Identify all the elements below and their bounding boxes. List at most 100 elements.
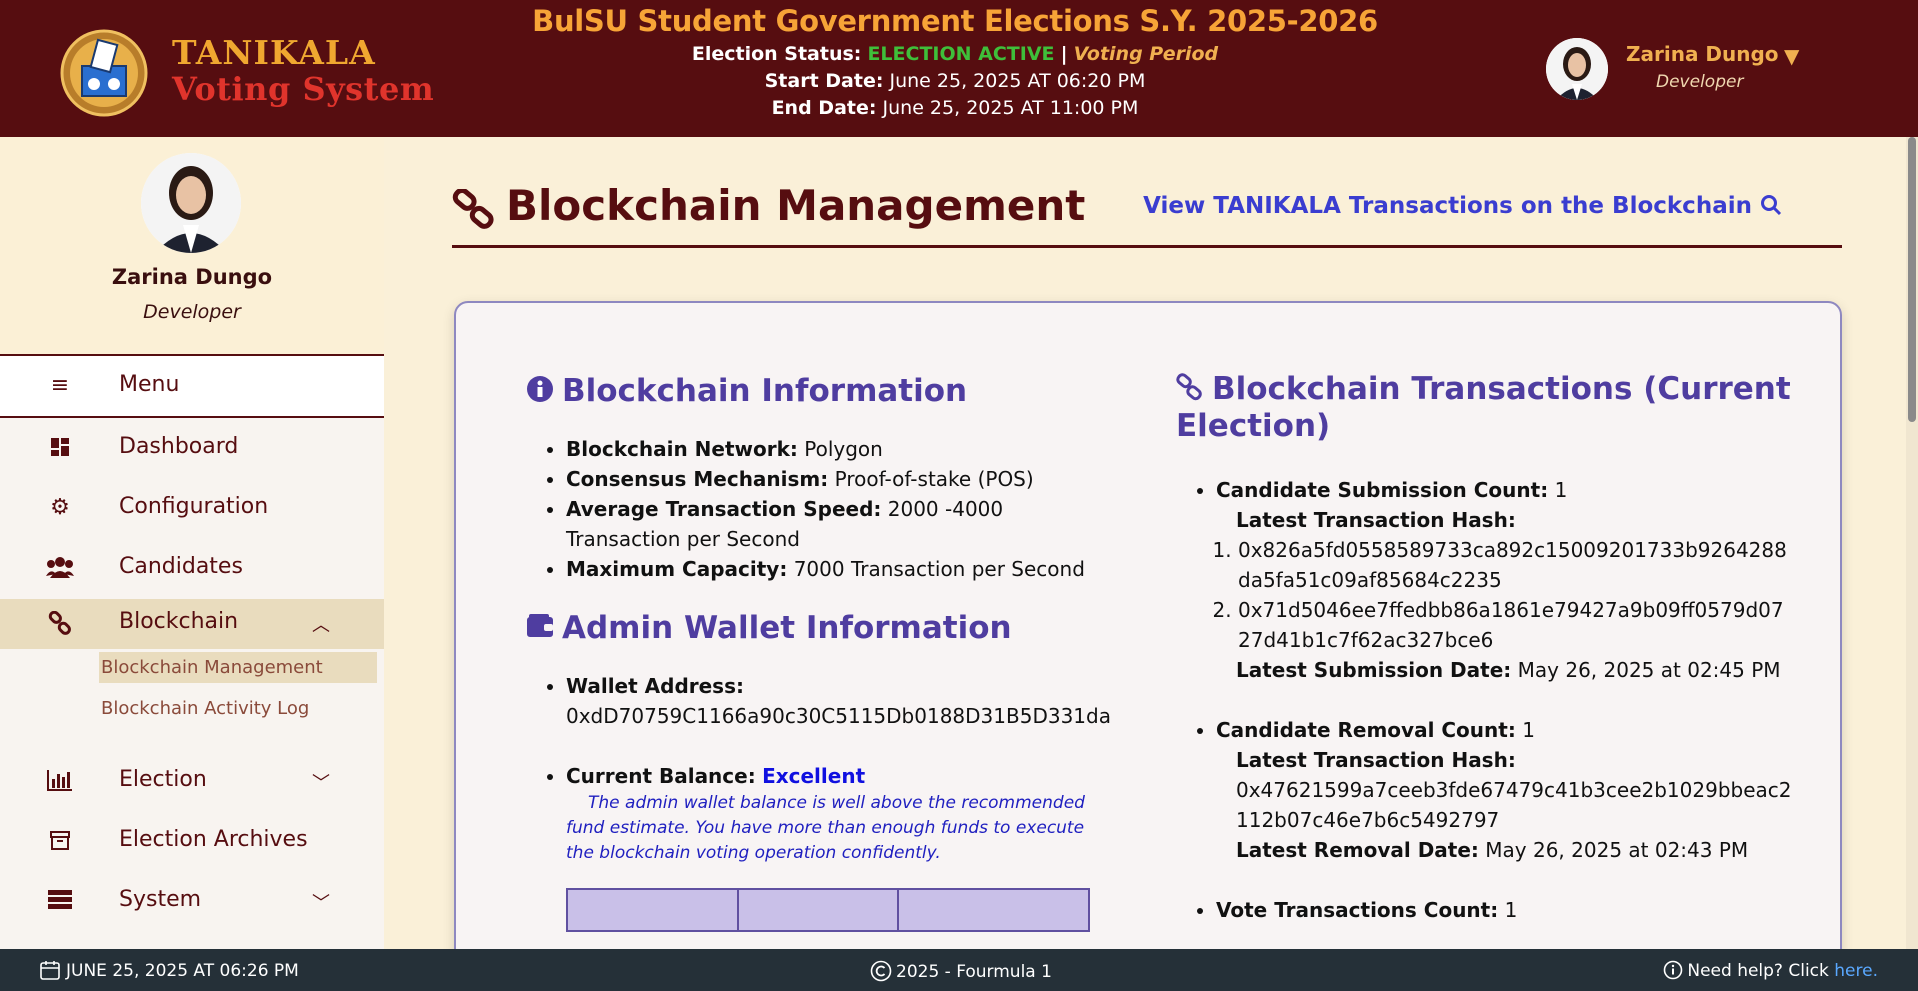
transactions-heading: Blockchain Transactions (Current Electio… [1176,371,1796,445]
logo-title: TANIKALA [172,33,376,72]
sidebar-item-label: Election Archives [119,827,308,852]
end-date-label: End Date: [771,97,877,119]
removal-date-label: Latest Removal Date: [1236,838,1479,863]
info-icon [527,376,553,402]
menu-header: ≡ Menu [0,362,384,410]
sidebar-item-label: Blockchain [119,609,239,634]
submission-count-value: 1 [1554,478,1568,503]
blockchain-card: Blockchain Information Blockchain Networ… [454,301,1842,949]
submission-date-label: Latest Submission Date: [1236,658,1512,683]
removal-hash-label: Latest Transaction Hash: [1236,748,1516,773]
header-user-name: Zarina Dungo [1626,42,1779,66]
sidebar-item-label: Candidates [119,554,243,579]
main-content: Blockchain Management View TANIKALA Tran… [384,137,1918,949]
sidebar-item-blockchain[interactable]: Blockchain ︿ [0,599,384,649]
submission-date-line: Latest Submission Date: May 26, 2025 at … [1216,655,1796,685]
user-menu[interactable]: Zarina Dungo Developer ▼ [1546,38,1906,102]
search-icon [1761,195,1782,216]
election-header-info: BulSU Student Government Elections S.Y. … [480,4,1430,119]
chevron-down-icon: ﹀ [312,773,330,794]
view-transactions-link[interactable]: View TANIKALA Transactions on the Blockc… [1143,193,1782,219]
footer: JUNE 25, 2025 AT 06:26 PM 2025 - Fourmul… [0,949,1918,991]
footer-datetime-text: JUNE 25, 2025 AT 06:26 PM [66,961,299,981]
sidebar: Zarina Dungo Developer ≡ Menu Dashboard … [0,137,384,949]
gears-icon: ⚙ [50,495,70,520]
sidebar-item-election[interactable]: Election ﹀ [0,757,384,805]
sidebar-item-candidates[interactable]: Candidates [0,544,384,592]
table-header-cell [568,890,740,931]
footer-help: Need help? Click here. [1663,960,1878,981]
wallet-address-label: Wallet Address: [566,674,744,699]
link-icon [46,610,74,635]
sidebar-item-label: Dashboard [119,434,239,459]
hash-item: 0x826a5fd0558589733ca892c15009201733b926… [1238,535,1796,595]
sidebar-item-label: Configuration [119,494,269,519]
start-date-value: June 25, 2025 AT 06:20 PM [889,70,1146,92]
list-item: Vote Transactions Count: 1 [1216,895,1796,925]
sidebar-item-dashboard[interactable]: Dashboard [0,424,384,472]
sidebar-user-name: Zarina Dungo [111,265,273,289]
info-circle-icon [1664,960,1683,980]
archive-icon [46,829,74,853]
table-header-cell [899,890,1088,930]
left-column: Blockchain Information Blockchain Networ… [526,373,1111,933]
main-scrollbar[interactable] [1906,137,1918,949]
footer-help-text: Need help? Click [1687,961,1829,981]
logo-text: TANIKALA Voting System [172,36,434,105]
menu-toggle[interactable]: ≡ Menu [0,356,384,418]
vote-count-label: Vote Transactions Count: [1216,898,1499,923]
sidebar-subitem-blockchain-management[interactable]: Blockchain Management [99,652,377,683]
capacity-label: Maximum Capacity: [566,557,788,582]
calendar-icon [40,961,60,980]
help-link[interactable]: here. [1834,961,1878,981]
vote-count-value: 1 [1504,898,1518,923]
hash-item: 0x71d5046ee7ffedbb86a1861e79427a9b09ff05… [1238,595,1796,655]
blockchain-info-title: Blockchain Information [562,373,968,409]
server-icon [46,889,74,913]
view-transactions-label: View TANIKALA Transactions on the Blockc… [1143,193,1752,219]
wallet-table [566,888,1090,933]
balance-value: Excellent [762,764,866,789]
copyright-icon [870,960,892,982]
status-label: Election Status: [691,43,862,65]
page-header: Blockchain Management View TANIKALA Tran… [452,181,1842,248]
sidebar-subitem-blockchain-activity-log[interactable]: Blockchain Activity Log [99,693,311,724]
balance-label: Current Balance: [566,764,756,789]
wallet-icon [527,614,553,638]
sidebar-avatar [141,153,241,253]
list-item: Candidate Removal Count: 1 Latest Transa… [1216,715,1796,865]
removal-date-value: May 26, 2025 at 02:43 PM [1485,838,1749,863]
header-user-role: Developer [1656,72,1744,92]
tanikala-logo-icon [60,29,148,117]
end-date-value: June 25, 2025 AT 11:00 PM [882,97,1139,119]
consensus-value: Proof-of-stake (POS) [834,467,1034,492]
chevron-down-icon: ﹀ [312,893,330,914]
chevron-down-icon[interactable]: ▼ [1784,44,1799,68]
speed-label: Average Transaction Speed: [566,497,882,522]
footer-datetime: JUNE 25, 2025 AT 06:26 PM [40,960,299,981]
sidebar-item-configuration[interactable]: ⚙ Configuration [0,484,384,532]
top-header: TANIKALA Voting System BulSU Student Gov… [0,0,1918,137]
start-date-label: Start Date: [764,70,884,92]
sidebar-user-role: Developer [143,301,241,323]
submission-date-value: May 26, 2025 at 02:45 PM [1517,658,1781,683]
status-value: ELECTION ACTIVE [867,43,1055,65]
logo-subtitle: Voting System [172,70,435,108]
sidebar-item-election-archives[interactable]: Election Archives [0,817,384,865]
dashboard-icon [46,436,74,460]
link-icon [1176,373,1202,401]
list-item: Maximum Capacity: 7000 Transaction per S… [566,554,1106,584]
sidebar-item-system[interactable]: System ﹀ [0,877,384,925]
latest-hash-label: Latest Transaction Hash: [1236,508,1516,533]
balance-note: The admin wallet balance is well above t… [566,793,1085,864]
table-header-cell [739,890,899,931]
wallet-info-heading: Admin Wallet Information [526,610,1106,647]
users-icon [46,556,74,580]
list-item: Current Balance: Excellent The admin wal… [566,761,1106,866]
removal-count-label: Candidate Removal Count: [1216,718,1516,743]
wallet-address-value: 0xdD70759C1166a90c30C5115Db0188D31B5D331… [566,704,1111,729]
start-date-line: Start Date: June 25, 2025 AT 06:20 PM [480,70,1430,92]
blockchain-info-heading: Blockchain Information [526,373,1106,410]
scrollbar-thumb[interactable] [1908,137,1916,422]
list-item: Candidate Submission Count: 1 Latest Tra… [1216,475,1796,685]
